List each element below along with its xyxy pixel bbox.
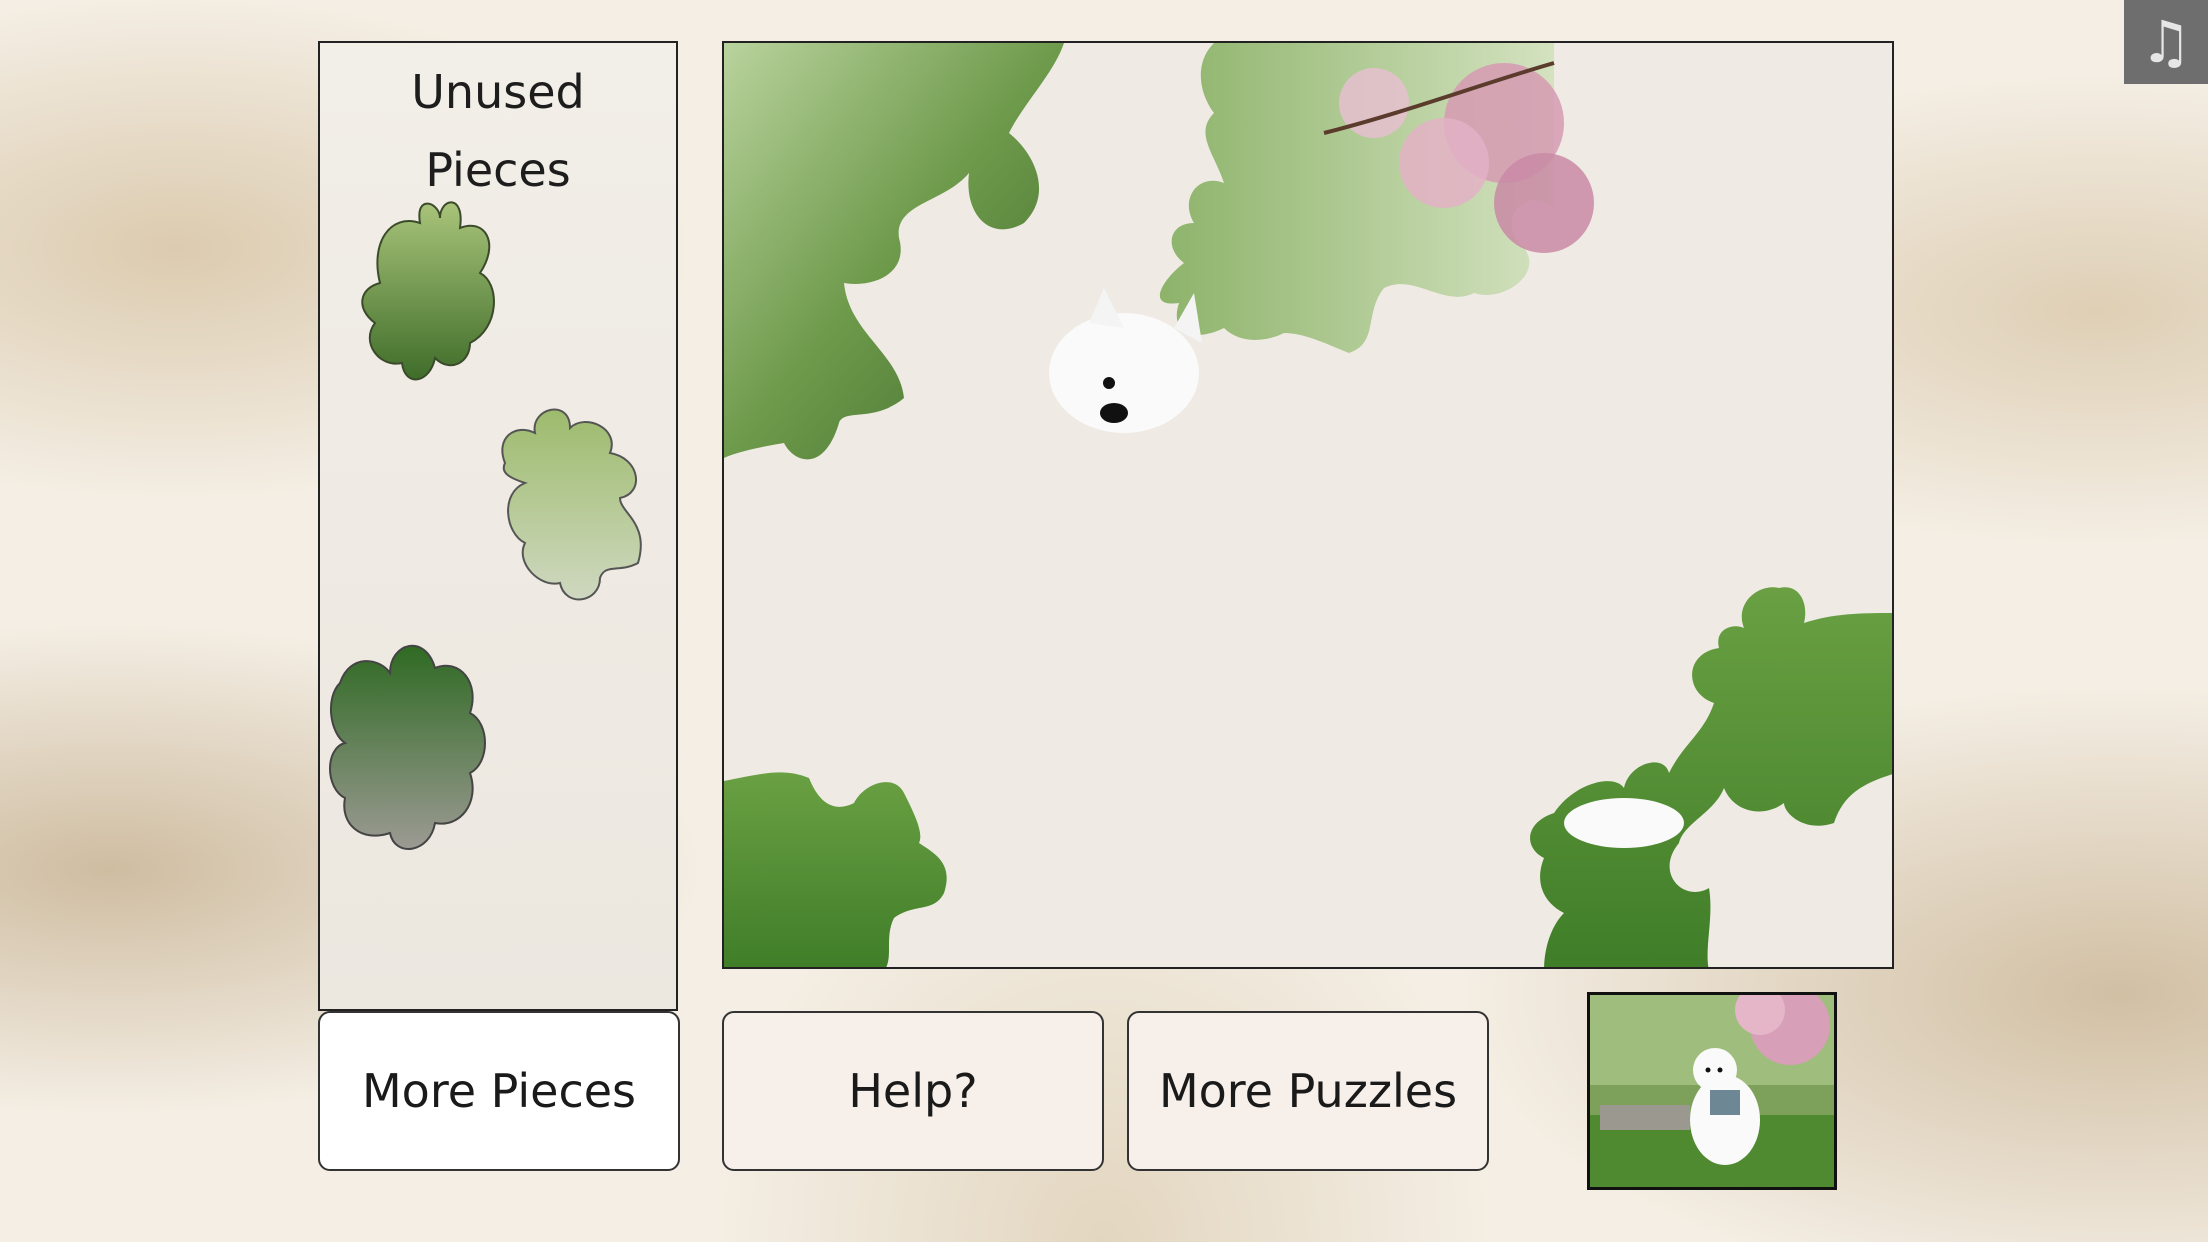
placed-piece[interactable] [724, 772, 947, 969]
placed-pieces [724, 43, 1894, 969]
help-button[interactable]: Help? [722, 1011, 1104, 1171]
more-puzzles-label: More Puzzles [1158, 1064, 1458, 1118]
puzzle-preview-thumbnail[interactable] [1587, 992, 1837, 1190]
music-note-icon: ♫ [2140, 8, 2192, 76]
puzzle-board[interactable] [722, 41, 1894, 969]
more-puzzles-button[interactable]: More Puzzles [1127, 1011, 1489, 1171]
music-toggle-button[interactable]: ♫ [2124, 0, 2208, 84]
unused-piece[interactable] [329, 644, 486, 850]
placed-piece[interactable] [724, 43, 1064, 460]
unused-piece[interactable] [501, 408, 642, 601]
unused-piece[interactable] [361, 201, 495, 381]
help-label: Help? [848, 1064, 978, 1118]
dog-fur-fragment [1564, 798, 1684, 848]
preview-image [1590, 995, 1834, 1187]
more-pieces-button[interactable]: More Pieces [318, 1011, 680, 1171]
more-pieces-label: More Pieces [361, 1064, 637, 1118]
placed-piece[interactable] [1530, 587, 1894, 969]
unused-pieces-panel: Unused Pieces [318, 41, 678, 1011]
unused-pieces-tray [329, 201, 642, 850]
